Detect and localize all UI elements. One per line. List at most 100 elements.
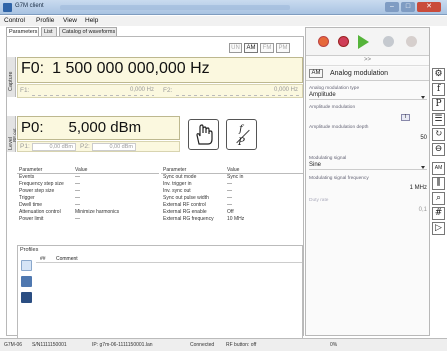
menu-control[interactable]: Control (4, 17, 25, 24)
maximize-button[interactable]: □ (401, 2, 415, 12)
tab-parameters[interactable]: Parameters (6, 27, 39, 36)
power-range-fields: P1: 0,00 dBm P2: 0,00 dBm (17, 141, 180, 152)
f2-value[interactable]: 0,000 Hz (248, 87, 298, 93)
f2-label: F2: (163, 87, 173, 94)
am-button[interactable]: AM (244, 43, 258, 53)
table-row[interactable]: Events — (17, 174, 159, 181)
pulse-icon[interactable]: ⫼ (432, 177, 445, 190)
frequency-label: F0: (21, 60, 45, 77)
title-bar: G7M client – □ ✕ (0, 0, 447, 15)
frequency-range-fields: F1: 0,000 Hz F2: 0,000 Hz (17, 84, 303, 98)
profiles-label: Profiles (20, 247, 39, 253)
table-row[interactable]: External RF control — (161, 202, 303, 209)
ip-address: IP: g7m-06-1111150001.lan (92, 342, 153, 348)
play-icon[interactable] (358, 35, 369, 49)
sweep-icon[interactable]: ↻ (432, 128, 445, 141)
pm-button[interactable]: PM (276, 43, 290, 53)
chevron-down-icon[interactable] (421, 166, 425, 169)
fm-button[interactable]: FM (260, 43, 274, 53)
frequency-part-1: 1 (52, 60, 62, 77)
generator-icon[interactable] (318, 36, 329, 47)
table-row[interactable]: Power limit — (17, 216, 159, 223)
close-button[interactable]: ✕ (417, 2, 441, 12)
modulation-depth-field[interactable]: Amplitude modulation depth 50 (309, 125, 427, 141)
frequency-icon[interactable]: f (432, 83, 445, 96)
duty-rate-field[interactable]: Duty rate 0,1 (309, 198, 427, 213)
power-display[interactable]: P0: 5,000 dBm (17, 116, 180, 140)
p1-value[interactable]: 0,00 dBm (32, 143, 76, 151)
table-row[interactable]: Sync out mode Sync in (161, 174, 303, 181)
gear-icon[interactable]: ⚙ (432, 68, 445, 81)
list-icon[interactable]: ☰ (432, 113, 445, 126)
rf-hand-button[interactable] (188, 119, 219, 150)
menu-profile[interactable]: Profile (36, 17, 54, 24)
disconnect-icon[interactable] (406, 36, 417, 47)
analog-modulation-title: Analog modulation (330, 70, 388, 77)
connection-status: Connected (190, 342, 215, 348)
amplitude-modulation-input[interactable]: I (401, 114, 410, 121)
modulating-signal-field[interactable]: Modulating signal Sine (309, 156, 427, 170)
modulation-icon[interactable] (338, 36, 349, 47)
analog-modulation-header: AM Analog modulation (306, 67, 429, 81)
menu-view[interactable]: View (63, 17, 77, 24)
modulation-type-field[interactable]: Analog modulation type Amplitude (309, 86, 427, 100)
save-profile-icon[interactable] (21, 292, 32, 303)
am-badge: AM (309, 69, 323, 78)
power-icon[interactable]: P (432, 98, 445, 111)
table-row[interactable]: Inv. trigger in — (161, 181, 303, 188)
f0-icon: f (239, 124, 243, 135)
tab-catalog-of-waveforms[interactable]: Catalog of waveforms (59, 27, 117, 36)
frequency-display[interactable]: F0: 1 500 000 000,000 Hz (17, 57, 303, 83)
table-row[interactable]: Power step size — (17, 188, 159, 195)
table-row[interactable]: External RG enable Off (161, 209, 303, 216)
profiles-section: Profiles ## Comment (17, 245, 303, 351)
level-rf-out-side-tab[interactable]: Level RF out (7, 116, 17, 152)
table-row[interactable]: Attenuation control Minimize harmonics (17, 209, 159, 216)
settings-icon[interactable] (383, 36, 394, 47)
minimize-button[interactable]: – (385, 2, 399, 12)
table-row[interactable]: Inv. sync out — (161, 188, 303, 195)
tab-list[interactable]: List (41, 27, 57, 36)
table-row[interactable]: Trigger — (17, 195, 159, 202)
frequency-part-2: 500 (65, 60, 93, 77)
hand-icon (196, 124, 213, 145)
signal-frequency-field[interactable]: Modulating signal frequency 1 MHz (309, 176, 427, 191)
frequency-power-toggle-button[interactable]: f P (226, 119, 257, 150)
menu-help[interactable]: Help (85, 17, 98, 24)
modulation-panel: >> AM Analog modulation Analog modulatio… (305, 27, 430, 336)
app-icon (3, 3, 12, 12)
table-row[interactable]: Frequency step size — (17, 181, 159, 188)
play-icon[interactable]: ▷ (432, 222, 445, 235)
capture-side-tab[interactable]: Capture (7, 57, 16, 97)
status-bar: G7M-06 S/N1111150001 IP: g7m-06-11111500… (0, 338, 447, 351)
right-toolbar (306, 28, 429, 56)
params-table-right: Parameter Value Sync out mode Sync in Inv… (161, 167, 303, 223)
p2-label: P2: (80, 143, 90, 150)
rf-button-status: RF button: off (226, 342, 257, 348)
un-button[interactable]: UN (229, 43, 242, 53)
expand-toggle[interactable]: >> (306, 57, 429, 66)
parameters-panel: UN AM FM PM Capture Level RF out F0: 1 50… (6, 36, 304, 351)
table-row[interactable]: External RG frequency 10 MHz (161, 216, 303, 223)
p2-value[interactable]: 0,00 dBm (92, 143, 136, 151)
open-profile-icon[interactable] (21, 276, 32, 287)
device-model: G7M-06 (4, 342, 23, 348)
power-value: 5,000 dBm (68, 119, 142, 136)
new-profile-icon[interactable] (21, 260, 32, 271)
table-row[interactable]: Sync out pulse width — (161, 195, 303, 202)
table-row[interactable]: Dwell time — (17, 202, 159, 209)
f1-value[interactable]: 0,000 Hz (104, 87, 154, 93)
grid-icon[interactable]: # (432, 207, 445, 220)
minus-icon[interactable]: ⊖ (432, 143, 445, 156)
profiles-table-header: ## Comment (36, 256, 302, 263)
frequency-unit: Hz (190, 60, 210, 77)
serial-number: S/N1111150001 (32, 342, 67, 348)
chevron-down-icon[interactable] (421, 96, 425, 99)
p0-icon: P (238, 137, 245, 148)
table-header: Parameter Value (161, 167, 303, 174)
search-icon[interactable]: ⌕ (432, 192, 445, 205)
frequency-part-4: 000,000 (127, 60, 186, 77)
am-icon[interactable]: AM (432, 162, 445, 175)
progress-percent: 0% (330, 342, 338, 348)
title-bar-blurred-area (60, 5, 290, 10)
